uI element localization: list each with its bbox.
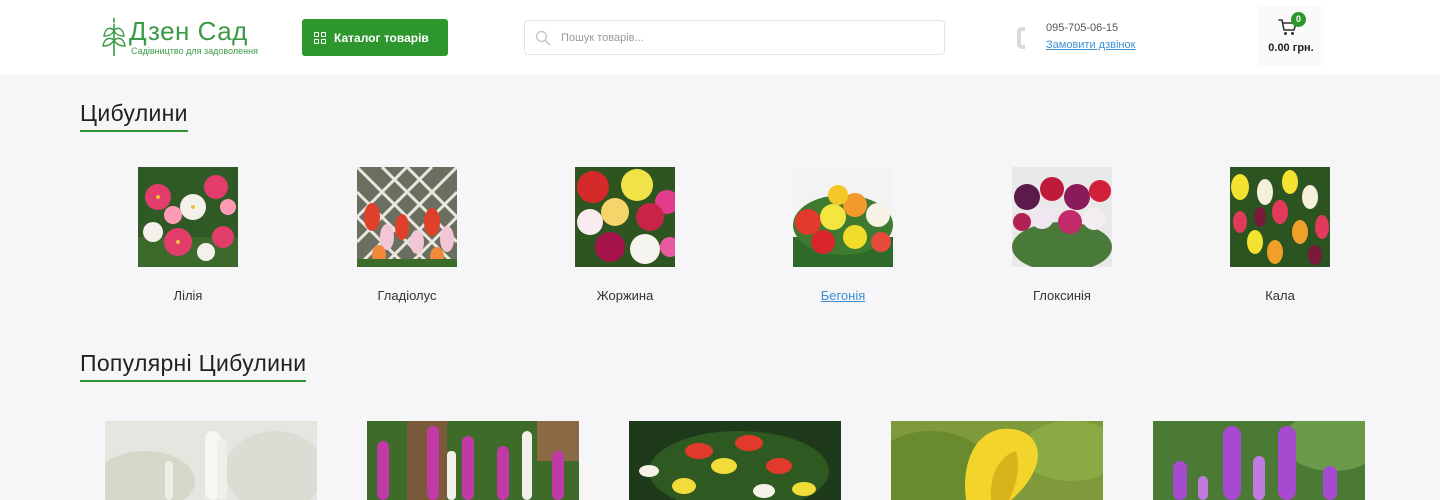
category-begonia[interactable]: Бегонія [763, 167, 923, 303]
category-gloxinia[interactable]: Глоксинія [982, 167, 1142, 303]
category-lily[interactable]: Лілія [108, 167, 268, 303]
category-label: Кала [1265, 288, 1295, 303]
category-gladiolus[interactable]: Гладіолус [327, 167, 487, 303]
gladiolus-photo [357, 167, 457, 267]
white-liatris-photo [105, 421, 317, 500]
calla-photo [1230, 167, 1330, 267]
product-card-4[interactable] [891, 421, 1103, 500]
phone-number: 095-705-06-15 [1046, 22, 1119, 34]
callback-link[interactable]: Замовити дзвінок [1046, 39, 1135, 51]
gloxinia-photo [1012, 167, 1112, 267]
product-card-2[interactable] [367, 421, 579, 500]
yellow-calla-photo [891, 421, 1103, 500]
cart-widget[interactable]: 0 0.00 грн. [1258, 6, 1324, 66]
tree-lily-photo [629, 421, 841, 500]
category-label: Лілія [173, 288, 203, 303]
product-card-3[interactable] [629, 421, 841, 500]
category-label: Бегонія [820, 288, 866, 303]
category-label: Глоксинія [1033, 288, 1091, 303]
leaf-logo-icon [102, 17, 126, 56]
begonia-photo [793, 167, 893, 267]
product-card-5[interactable] [1153, 421, 1365, 500]
lily-photo [138, 167, 238, 267]
pink-liatris-photo [367, 421, 579, 500]
purple-liatris-photo [1153, 421, 1365, 500]
section-title-bulbs: Цибулини [80, 100, 188, 132]
catalog-button-label: Каталог товарів [334, 30, 429, 45]
category-dahlia[interactable]: Жоржина [545, 167, 705, 303]
cart-count-badge: 0 [1291, 12, 1306, 27]
section-title-popular-bulbs: Популярні Цибулини [80, 350, 307, 382]
logo-subtitle: Садівництво для задоволення [131, 46, 258, 56]
logo[interactable]: Дзен Сад Садівництво для задоволення [102, 16, 258, 58]
dahlia-photo [575, 167, 675, 267]
logo-title: Дзен Сад [129, 16, 248, 46]
phone-icon [1017, 27, 1025, 49]
search-box [524, 20, 945, 55]
category-label: Жоржина [596, 288, 654, 303]
grid-icon [314, 31, 326, 44]
category-label: Гладіолус [377, 288, 437, 303]
product-card-1[interactable] [105, 421, 317, 500]
cart-total: 0.00 грн. [1268, 42, 1314, 54]
catalog-button[interactable]: Каталог товарів [302, 19, 448, 56]
search-input[interactable] [561, 29, 931, 47]
category-calla[interactable]: Кала [1200, 167, 1360, 303]
search-icon[interactable] [535, 30, 551, 46]
site-header: Дзен Сад Садівництво для задоволення Кат… [0, 0, 1440, 75]
